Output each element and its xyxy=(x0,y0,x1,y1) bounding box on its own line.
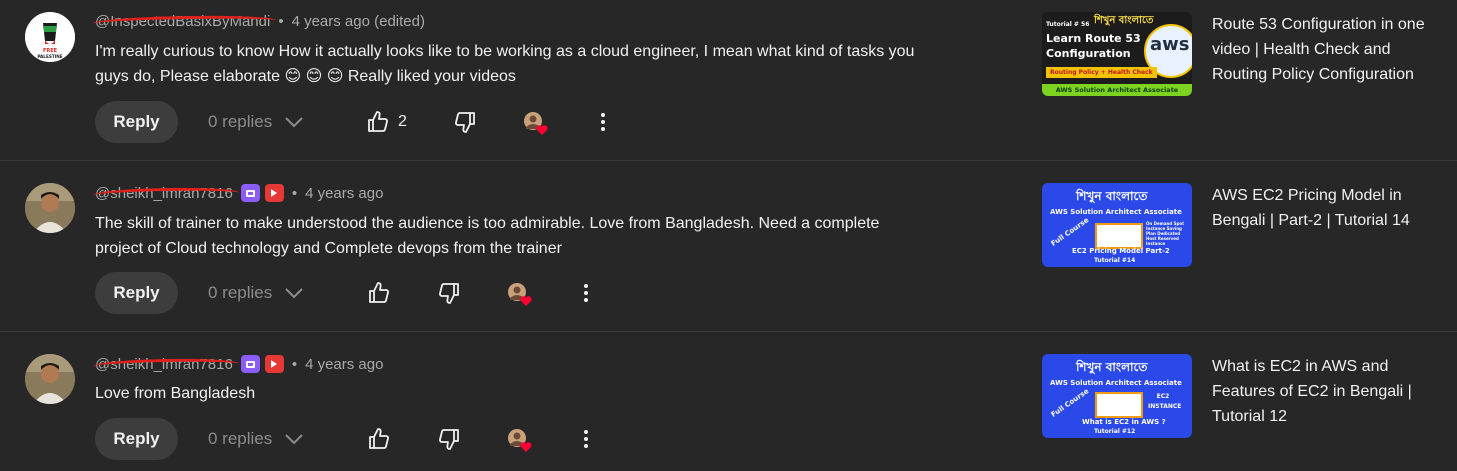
thumb-side: Full Course xyxy=(1049,216,1091,248)
like-button[interactable] xyxy=(367,281,391,305)
thumb-logo: aws xyxy=(1150,34,1190,55)
thumbs-down-icon xyxy=(453,110,477,134)
thumb-course: AWS Solution Architect Associate xyxy=(1050,208,1182,216)
comment-text: The skill of trainer to make understood … xyxy=(95,215,880,257)
comment-text: I'm really curious to know How it actual… xyxy=(95,43,915,85)
video-title[interactable]: What is EC2 in AWS and Features of EC2 i… xyxy=(1212,354,1432,429)
aws-logo-box xyxy=(1095,223,1143,249)
related-video[interactable]: শিখুন বাংলাতে AWS Solution Architect Ass… xyxy=(1042,183,1442,273)
thumb-line1: Learn Route 53 xyxy=(1046,32,1141,45)
heart-icon xyxy=(520,442,532,452)
replies-count: 0 replies xyxy=(208,112,273,131)
heart-icon xyxy=(520,296,532,306)
thumb-caption: EC2 Pricing Model Part-2 xyxy=(1072,247,1170,255)
reply-button[interactable]: Reply xyxy=(95,418,178,460)
thumb-footer: AWS Solution Architect Associate xyxy=(1042,84,1192,96)
thumb-bangla: শিখুন বাংলাতে xyxy=(1094,15,1154,26)
avatar[interactable]: FREE PALESTINE xyxy=(25,12,75,62)
more-vert-icon xyxy=(576,428,596,450)
replies-count: 0 replies xyxy=(208,283,273,302)
thumb-line2: Configuration xyxy=(1046,47,1131,60)
thumb-course: AWS Solution Architect Associate xyxy=(1050,379,1182,387)
dislike-button[interactable] xyxy=(437,427,461,451)
comment-author[interactable]: @sheikh_imran7816 xyxy=(92,185,239,202)
more-actions-button[interactable] xyxy=(576,282,596,304)
replies-toggle[interactable]: 0 replies xyxy=(208,429,304,449)
reply-button[interactable]: Reply xyxy=(95,101,178,143)
thumbs-down-icon xyxy=(437,427,461,451)
more-vert-icon xyxy=(576,282,596,304)
member-badge xyxy=(240,184,260,202)
related-video[interactable]: aws Tutorial # 56 শিখুন বাংলাতে Learn Ro… xyxy=(1042,12,1442,102)
comment-thread: @sheikh_imran7816 • 4 years ago Love fro… xyxy=(0,332,1010,471)
comment-actions: Reply 0 replies xyxy=(95,272,995,314)
reply-button[interactable]: Reply xyxy=(95,272,178,314)
thumb-list: On Demand Spot Instance Saving Plan Dedi… xyxy=(1146,221,1185,246)
comment-time[interactable]: 4 years ago (edited) xyxy=(292,13,425,30)
separator-dot: • xyxy=(291,355,298,373)
comment-time[interactable]: 4 years ago xyxy=(305,356,383,373)
replies-count: 0 replies xyxy=(208,429,273,448)
more-actions-button[interactable] xyxy=(593,111,613,133)
youtube-badge xyxy=(264,184,284,202)
more-actions-button[interactable] xyxy=(576,428,596,450)
heart-icon xyxy=(536,125,548,135)
comment-thread: FREE PALESTINE @InspectedBasixByMandi • … xyxy=(0,0,1010,160)
like-count: 2 xyxy=(398,113,407,130)
comment-header: @sheikh_imran7816 • 4 years ago xyxy=(92,183,383,203)
replies-toggle[interactable]: 0 replies xyxy=(208,112,304,132)
like-button[interactable] xyxy=(367,427,391,451)
comment-actions: Reply 0 replies 2 xyxy=(95,101,995,143)
comment-text: Love from Bangladesh xyxy=(95,385,256,402)
separator-dot: • xyxy=(278,12,284,30)
thumbs-up-icon xyxy=(367,427,391,451)
video-thumbnail[interactable]: শিখুন বাংলাতে AWS Solution Architect Ass… xyxy=(1042,183,1192,267)
avatar[interactable] xyxy=(25,354,75,404)
more-vert-icon xyxy=(593,111,613,133)
thumb-caption: What is EC2 in AWS ? xyxy=(1082,418,1166,426)
thumb-bangla: শিখুন বাংলাতে xyxy=(1076,189,1148,203)
comment-header: @sheikh_imran7816 • 4 years ago xyxy=(92,354,383,374)
thumb-side: Full Course xyxy=(1049,387,1091,419)
thumb-list: EC2 INSTANCE xyxy=(1148,393,1182,410)
youtube-badge xyxy=(264,355,284,373)
chevron-down-icon xyxy=(284,287,304,299)
thumbs-down-icon xyxy=(437,281,461,305)
dislike-button[interactable] xyxy=(437,281,461,305)
comment-header: @InspectedBasixByMandi • 4 years ago (ed… xyxy=(92,11,425,31)
comment-author[interactable]: @sheikh_imran7816 xyxy=(92,356,239,373)
creator-heart xyxy=(507,282,532,306)
thumb-tutorial: Tutorial #12 xyxy=(1094,428,1136,435)
dislike-button[interactable] xyxy=(453,110,477,134)
avatar[interactable] xyxy=(25,183,75,233)
comment-actions: Reply 0 replies xyxy=(95,418,995,460)
like-button[interactable]: 2 xyxy=(366,110,407,134)
comment-author[interactable]: @InspectedBasixByMandi xyxy=(92,13,277,30)
related-video[interactable]: শিখুন বাংলাতে AWS Solution Architect Ass… xyxy=(1042,354,1442,444)
separator-dot: • xyxy=(291,184,298,202)
video-title[interactable]: Route 53 Configuration in one video | He… xyxy=(1212,12,1432,87)
svg-text:PALESTINE: PALESTINE xyxy=(37,54,62,59)
video-thumbnail[interactable]: aws Tutorial # 56 শিখুন বাংলাতে Learn Ro… xyxy=(1042,12,1192,96)
creator-heart xyxy=(507,428,532,452)
video-title[interactable]: AWS EC2 Pricing Model in Bengali | Part-… xyxy=(1212,183,1432,233)
thumb-bangla: শিখুন বাংলাতে xyxy=(1076,360,1148,374)
aws-logo-box xyxy=(1095,392,1143,418)
video-thumbnail[interactable]: শিখুন বাংলাতে AWS Solution Architect Ass… xyxy=(1042,354,1192,438)
thumbs-up-icon xyxy=(367,281,391,305)
thumbs-up-icon xyxy=(366,110,390,134)
thumb-tutorial: Tutorial #14 xyxy=(1094,257,1136,264)
thumb-tag: Routing Policy + Health Check xyxy=(1046,67,1157,78)
chevron-down-icon xyxy=(284,433,304,445)
creator-heart xyxy=(523,111,548,135)
thumb-tutorial: Tutorial # 56 xyxy=(1046,21,1090,28)
chevron-down-icon xyxy=(284,116,304,128)
member-badge xyxy=(240,355,260,373)
replies-toggle[interactable]: 0 replies xyxy=(208,283,304,303)
comment-thread: @sheikh_imran7816 • 4 years ago The skil… xyxy=(0,161,1010,331)
comment-time[interactable]: 4 years ago xyxy=(305,185,383,202)
